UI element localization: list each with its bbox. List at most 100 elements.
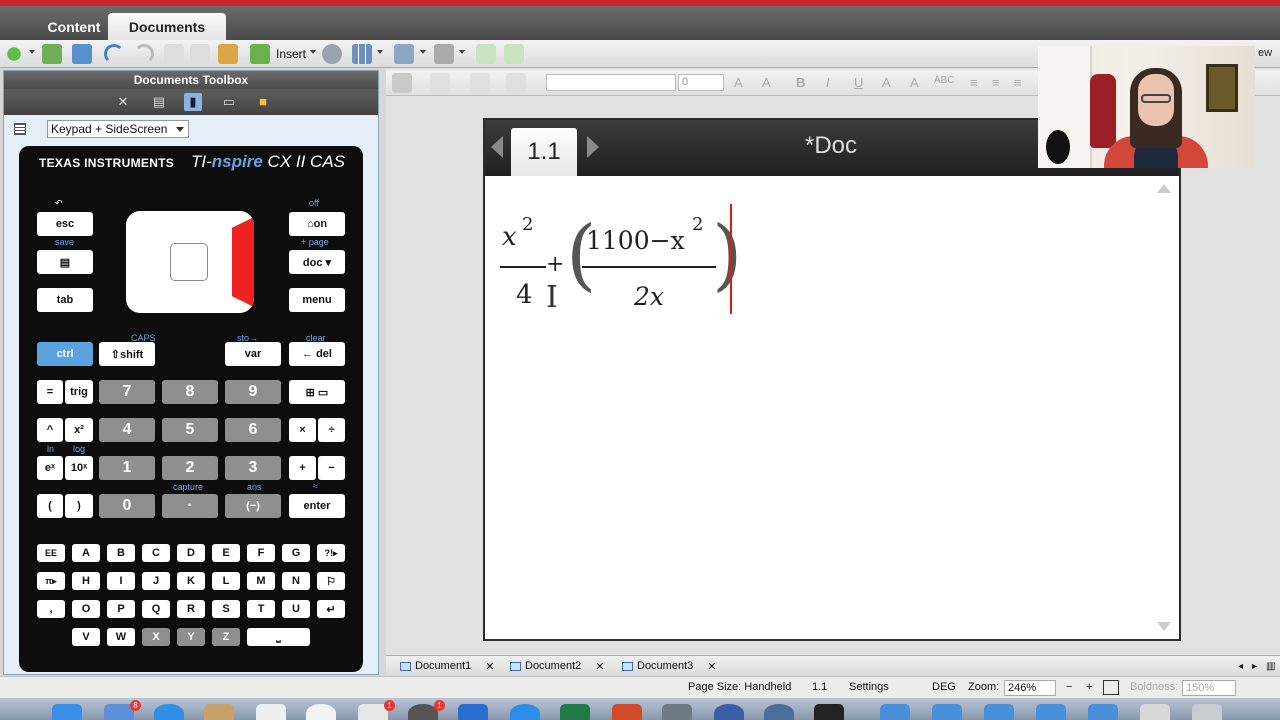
key-6[interactable]: 6 xyxy=(225,418,281,442)
punctuation-key[interactable]: ?!▸ xyxy=(317,544,345,562)
folder-icon[interactable]: ■ xyxy=(254,93,272,111)
calculator-app-icon[interactable] xyxy=(814,704,844,720)
letter-q-key[interactable]: Q xyxy=(142,600,170,618)
letter-d-key[interactable]: D xyxy=(177,544,205,562)
key-1[interactable]: 1 xyxy=(99,456,155,480)
cut-icon[interactable] xyxy=(164,44,184,64)
insert-icon[interactable] xyxy=(250,44,270,64)
fill-color-icon[interactable] xyxy=(430,73,450,93)
letter-y-key[interactable]: Y xyxy=(177,628,205,646)
list-view-icon[interactable] xyxy=(14,123,26,135)
new-dropdown-arrow[interactable] xyxy=(29,50,35,54)
letter-w-key[interactable]: W xyxy=(107,628,135,646)
browser-icon[interactable] xyxy=(714,704,744,720)
page-tab-1-1[interactable]: 1.1 xyxy=(511,128,577,176)
letter-t-key[interactable]: T xyxy=(247,600,275,618)
negative-key[interactable]: (−) xyxy=(225,494,281,518)
ee-key[interactable]: EE xyxy=(37,544,65,562)
flag-key[interactable]: ⚐ xyxy=(317,572,345,590)
tab-scroll-right-icon[interactable]: ▸ xyxy=(1252,658,1257,674)
tab-list-icon[interactable]: ▥ xyxy=(1266,658,1275,674)
align-right-icon[interactable]: ≡ xyxy=(1014,75,1022,90)
insert-menu-label[interactable]: Insert xyxy=(276,47,306,61)
divide-key[interactable]: ÷ xyxy=(318,418,345,442)
del-key[interactable]: ← del xyxy=(289,342,345,366)
previous-page-icon[interactable] xyxy=(491,136,503,158)
zoom-select[interactable]: 246% xyxy=(1004,680,1056,696)
letter-m-key[interactable]: M xyxy=(247,572,275,590)
multiply-key[interactable]: × xyxy=(289,418,316,442)
trash-icon[interactable] xyxy=(1192,704,1222,720)
letter-p-key[interactable]: P xyxy=(107,600,135,618)
letter-z-key[interactable]: Z xyxy=(212,628,240,646)
letter-j-key[interactable]: J xyxy=(142,572,170,590)
touchpad-click-center[interactable] xyxy=(170,243,208,281)
increase-font-icon[interactable]: A xyxy=(734,75,743,90)
insert-dropdown-arrow[interactable] xyxy=(310,50,316,54)
underline-icon[interactable]: U xyxy=(854,75,863,90)
angle-mode-status[interactable]: DEG xyxy=(932,681,956,693)
doc-tab-document1[interactable]: Document1 ✕ xyxy=(400,658,494,674)
letter-n-key[interactable]: N xyxy=(282,572,310,590)
settings-status[interactable]: Settings xyxy=(849,681,889,693)
power-key[interactable]: ^ xyxy=(37,418,63,442)
bold-icon[interactable]: B xyxy=(796,75,805,90)
excel-icon[interactable] xyxy=(560,704,590,720)
key-5[interactable]: 5 xyxy=(162,418,218,442)
recent-items-icon[interactable] xyxy=(1140,704,1170,720)
pi-key[interactable]: π▸ xyxy=(37,572,65,590)
redo-icon[interactable] xyxy=(134,44,154,64)
text-color-icon[interactable] xyxy=(506,73,526,93)
settings-dropdown-arrow[interactable] xyxy=(459,50,465,54)
scroll-down-icon[interactable] xyxy=(1157,622,1171,631)
letter-l-key[interactable]: L xyxy=(212,572,240,590)
esc-key[interactable]: esc xyxy=(37,212,93,236)
plus-key[interactable]: + xyxy=(289,456,316,480)
key-3[interactable]: 3 xyxy=(225,456,281,480)
ctrl-key[interactable]: ctrl xyxy=(37,342,93,366)
right-paren-key[interactable]: ) xyxy=(65,494,93,518)
letter-i-key[interactable]: I xyxy=(107,572,135,590)
powerpoint-icon[interactable] xyxy=(612,704,642,720)
keypad-icon[interactable]: ▮ xyxy=(184,93,202,111)
page-sorter-icon[interactable]: ▤ xyxy=(150,93,168,111)
open-icon[interactable] xyxy=(42,44,62,64)
copy-icon[interactable] xyxy=(190,44,210,64)
forward-arrow-icon[interactable] xyxy=(504,44,524,64)
folder-desktop-icon[interactable] xyxy=(1036,704,1066,720)
key-4[interactable]: 4 xyxy=(99,418,155,442)
scroll-up-icon[interactable] xyxy=(1157,184,1171,193)
undo-icon[interactable] xyxy=(104,44,124,64)
touchpad[interactable] xyxy=(126,211,254,313)
notes-app-icon[interactable] xyxy=(204,704,234,720)
var-key[interactable]: var xyxy=(225,342,281,366)
finder-icon[interactable] xyxy=(52,704,82,720)
folder-documents-icon[interactable] xyxy=(932,704,962,720)
scratchpad-key[interactable]: ▤ xyxy=(37,250,93,274)
zoom-in-icon[interactable]: + xyxy=(1086,681,1092,693)
space-key[interactable]: ⎵ xyxy=(247,628,310,646)
font-name-field[interactable] xyxy=(546,74,676,91)
folder-applications-icon[interactable] xyxy=(880,704,910,720)
close-icon[interactable]: ✕ xyxy=(595,660,604,673)
letter-g-key[interactable]: G xyxy=(282,544,310,562)
next-page-icon[interactable] xyxy=(587,136,599,158)
zoom-out-icon[interactable]: − xyxy=(1066,681,1072,693)
shift-key[interactable]: ⇧shift xyxy=(99,342,155,366)
ti-nspire-app-icon[interactable] xyxy=(764,704,794,720)
equals-key[interactable]: = xyxy=(37,380,63,404)
paste-icon[interactable] xyxy=(218,44,238,64)
format-tools-icon[interactable] xyxy=(392,73,412,93)
templates-key[interactable]: ⊞ ▭ xyxy=(289,380,345,404)
line-color-icon[interactable] xyxy=(470,73,490,93)
square-key[interactable]: x² xyxy=(65,418,93,442)
left-paren-key[interactable]: ( xyxy=(37,494,63,518)
align-center-icon[interactable]: ≡ xyxy=(992,75,1000,90)
letter-r-key[interactable]: R xyxy=(177,600,205,618)
photos-icon[interactable] xyxy=(306,704,336,720)
letter-f-key[interactable]: F xyxy=(247,544,275,562)
key-8[interactable]: 8 xyxy=(162,380,218,404)
device-settings-icon[interactable] xyxy=(434,44,454,64)
doc-key[interactable]: doc ▾ xyxy=(289,250,345,274)
letter-c-key[interactable]: C xyxy=(142,544,170,562)
